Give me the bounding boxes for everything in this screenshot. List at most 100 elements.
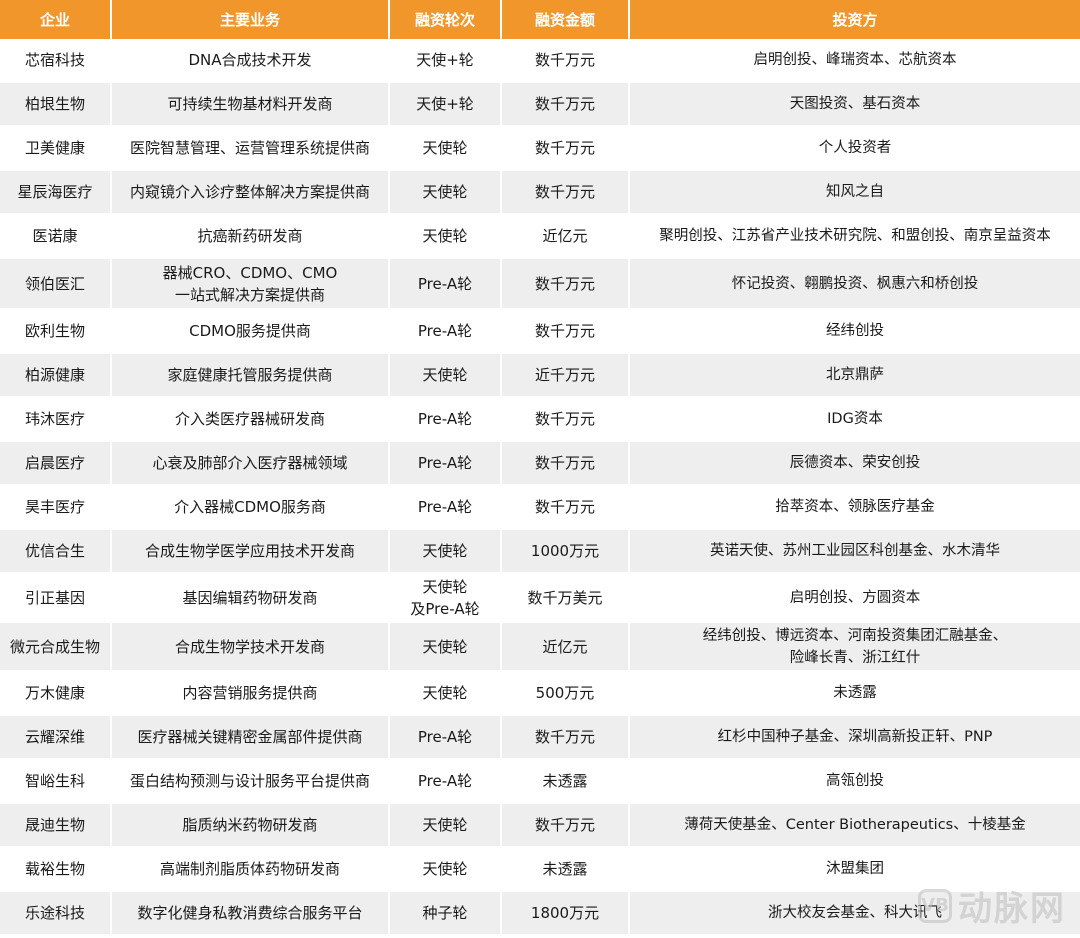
investors-text: 高瓴创投 bbox=[826, 773, 884, 789]
company-cell: 启晨医疗 bbox=[0, 442, 112, 486]
company-cell: 柏垠生物 bbox=[0, 83, 112, 127]
amount-text: 数千万元 bbox=[534, 322, 595, 340]
amount-cell: 1000万元 bbox=[502, 530, 630, 574]
business-cell: 医院智慧管理、运营管理系统提供商 bbox=[112, 127, 390, 171]
business-cell: 数字化健身私教消费综合服务平台 bbox=[112, 892, 390, 936]
investors-cell: 浙大校友会基金、科大讯飞 bbox=[630, 892, 1080, 936]
amount-cell: 数千万元 bbox=[502, 83, 630, 127]
business-cell: 合成生物学技术开发商 bbox=[112, 623, 390, 672]
company-cell: 医诺康 bbox=[0, 215, 112, 259]
amount-cell: 数千万元 bbox=[502, 486, 630, 530]
business-text: 家庭健康托管服务提供商 bbox=[167, 366, 333, 384]
business-cell: 家庭健康托管服务提供商 bbox=[112, 354, 390, 398]
business-text: 介入类医疗器械研发商 bbox=[174, 410, 325, 428]
investors-text: 沐盟集团 bbox=[826, 861, 884, 877]
financing-table: 企业 主要业务 融资轮次 融资金额 投资方 芯宿科技 DNA合成技术开发 天使+轮数… bbox=[0, 0, 1080, 936]
company-cell: 卫美健康 bbox=[0, 127, 112, 171]
company-cell: 星辰海医疗 bbox=[0, 171, 112, 215]
amount-text: 1800万元 bbox=[530, 904, 600, 922]
amount-text: 近亿元 bbox=[542, 227, 588, 245]
investors-text: 辰德资本、荣安创投 bbox=[789, 455, 921, 471]
amount-cell: 数千万元 bbox=[502, 442, 630, 486]
round-cell: 天使+轮 bbox=[390, 39, 502, 83]
business-cell: 脂质纳米药物研发商 bbox=[112, 804, 390, 848]
investors-cell: 薄荷天使基金、Center Biotherapeutics、十棱基金 bbox=[630, 804, 1080, 848]
table-row: 星辰海医疗 内窥镜介入诊疗整体解决方案提供商 天使轮 数千万元 知风之自 bbox=[0, 171, 1080, 215]
amount-text: 数千万元 bbox=[534, 274, 595, 293]
business-cell: DNA合成技术开发 bbox=[112, 39, 390, 83]
round-text: 天使轮 bbox=[422, 637, 468, 656]
business-text: 蛋白结构预测与设计服务平台提供商 bbox=[129, 772, 370, 790]
table-row: 芯宿科技 DNA合成技术开发 天使+轮 数千万元 启明创投、峰瑞资本、芯航资本 bbox=[0, 39, 1080, 83]
investors-cell: 北京鼎萨 bbox=[630, 354, 1080, 398]
amount-cell: 数千万元 bbox=[502, 127, 630, 171]
company-text: 玮沐医疗 bbox=[24, 410, 85, 428]
amount-cell: 近千万元 bbox=[502, 354, 630, 398]
amount-text: 数千万元 bbox=[534, 95, 595, 113]
round-cell: 种子轮 bbox=[390, 892, 502, 936]
company-text: 昊丰医疗 bbox=[24, 498, 85, 516]
amount-text: 未透露 bbox=[542, 772, 588, 790]
business-cell: 基因编辑药物研发商 bbox=[112, 574, 390, 623]
company-cell: 微元合成生物 bbox=[0, 623, 112, 672]
round-text: 天使轮 bbox=[422, 139, 468, 157]
round-text: 天使轮 bbox=[422, 227, 468, 245]
business-text: 数字化健身私教消费综合服务平台 bbox=[137, 904, 363, 922]
investors-cell: 英诺天使、苏州工业园区科创基金、水木清华 bbox=[630, 530, 1080, 574]
round-text: 天使+轮 bbox=[416, 95, 474, 113]
company-text: 优信合生 bbox=[24, 542, 85, 560]
company-text: 引正基因 bbox=[24, 588, 85, 607]
company-text: 欧利生物 bbox=[24, 322, 85, 340]
investors-text: 经纬创投 bbox=[826, 323, 884, 339]
round-cell: 天使轮 bbox=[390, 354, 502, 398]
investors-cell: 未透露 bbox=[630, 672, 1080, 716]
business-cell: 心衰及肺部介入医疗器械领域 bbox=[112, 442, 390, 486]
round-text: Pre-A轮 bbox=[417, 454, 473, 472]
round-cell: Pre-A轮 bbox=[390, 442, 502, 486]
investors-cell: 拾萃资本、领脉医疗基金 bbox=[630, 486, 1080, 530]
table-row: 昊丰医疗 介入器械CDMO服务商 Pre-A轮 数千万元 拾萃资本、领脉医疗基金 bbox=[0, 486, 1080, 530]
round-cell: Pre-A轮 bbox=[390, 398, 502, 442]
business-cell: 内窥镜介入诊疗整体解决方案提供商 bbox=[112, 171, 390, 215]
header-round: 融资轮次 bbox=[390, 0, 502, 39]
amount-text: 数千万元 bbox=[534, 183, 595, 201]
table-body: 芯宿科技 DNA合成技术开发 天使+轮 数千万元 启明创投、峰瑞资本、芯航资本 柏垠生物可… bbox=[0, 39, 1080, 936]
company-text: 卫美健康 bbox=[24, 139, 85, 157]
amount-cell: 未透露 bbox=[502, 760, 630, 804]
business-cell: CDMO服务提供商 bbox=[112, 310, 390, 354]
amount-cell: 数千万元 bbox=[502, 171, 630, 215]
investors-text: 英诺天使、苏州工业园区科创基金、水木清华 bbox=[710, 543, 1000, 559]
business-text: 器械CRO、CDMO、CMO bbox=[162, 263, 338, 282]
round-text: 天使轮 bbox=[422, 577, 468, 596]
table-row: 智峪生科 蛋白结构预测与设计服务平台提供商 Pre-A轮 未透露 高瓴创投 bbox=[0, 760, 1080, 804]
amount-cell: 近亿元 bbox=[502, 215, 630, 259]
round-text: 天使轮 bbox=[422, 860, 468, 878]
company-cell: 欧利生物 bbox=[0, 310, 112, 354]
amount-cell: 数千万元 bbox=[502, 804, 630, 848]
amount-text: 数千万元 bbox=[534, 51, 595, 69]
table-row: 柏垠生物 可持续生物基材料开发商 天使+轮 数千万元 天图投资、基石资本 bbox=[0, 83, 1080, 127]
amount-cell: 数千万元 bbox=[502, 398, 630, 442]
round-cell: Pre-A轮 bbox=[390, 486, 502, 530]
company-text: 万木健康 bbox=[24, 684, 85, 702]
business-text: DNA合成技术开发 bbox=[188, 51, 312, 69]
company-cell: 万木健康 bbox=[0, 672, 112, 716]
amount-cell: 1800万元 bbox=[502, 892, 630, 936]
company-cell: 玮沐医疗 bbox=[0, 398, 112, 442]
table-row: 载裕生物 高端制剂脂质体药物研发商 天使轮 未透露 沐盟集团 bbox=[0, 848, 1080, 892]
investors-text: 知风之自 bbox=[826, 184, 884, 200]
business-text: 医院智慧管理、运营管理系统提供商 bbox=[129, 139, 370, 157]
business-text: 介入器械CDMO服务商 bbox=[174, 498, 326, 516]
investors-cell: 启明创投、峰瑞资本、芯航资本 bbox=[630, 39, 1080, 83]
company-text: 领伯医汇 bbox=[24, 274, 85, 293]
business-text: 可持续生物基材料开发商 bbox=[167, 95, 333, 113]
amount-text: 未透露 bbox=[542, 860, 588, 878]
company-cell: 优信合生 bbox=[0, 530, 112, 574]
business-text: 高端制剂脂质体药物研发商 bbox=[159, 860, 340, 878]
investors-cell: 个人投资者 bbox=[630, 127, 1080, 171]
business-cell: 介入类医疗器械研发商 bbox=[112, 398, 390, 442]
business-text: CDMO服务提供商 bbox=[189, 322, 311, 340]
round-text: 天使+轮 bbox=[416, 51, 474, 69]
business-cell: 内容营销服务提供商 bbox=[112, 672, 390, 716]
company-cell: 乐途科技 bbox=[0, 892, 112, 936]
